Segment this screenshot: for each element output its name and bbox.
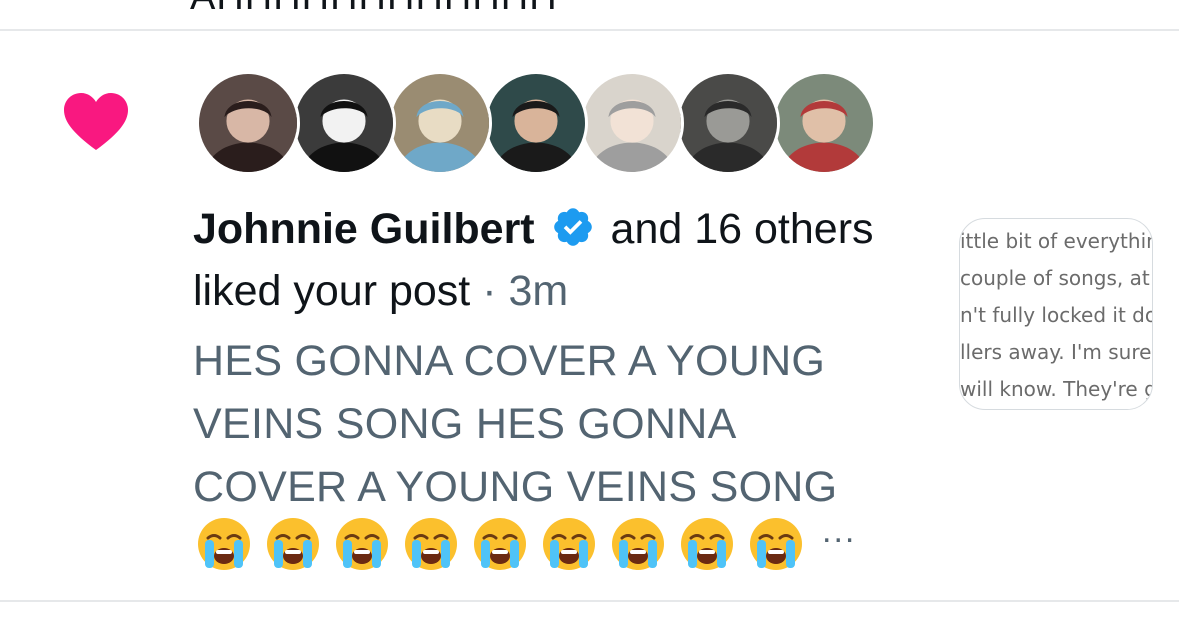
avatar-6[interactable]	[676, 71, 780, 175]
separator: ·	[470, 267, 509, 315]
loudly-crying-face-icon	[543, 518, 595, 570]
post-preview-card[interactable]: ittle bit of everythin couple of songs, a…	[959, 218, 1153, 410]
avatar-2[interactable]	[292, 71, 396, 175]
verified-badge-icon	[553, 208, 592, 246]
loudly-crying-face-icon	[474, 518, 526, 570]
notification-screen: AHHHHHHHHHHHH Johnnie Guilbert and 16 ot…	[0, 0, 1179, 618]
loudly-crying-face-icon	[405, 518, 457, 570]
avatar-5[interactable]	[580, 71, 684, 175]
loudly-crying-face-icon	[336, 518, 388, 570]
loudly-crying-face-icon	[612, 518, 664, 570]
avatar-3[interactable]	[388, 71, 492, 175]
preview-line: llers away. I'm sure	[960, 340, 1152, 364]
loudly-crying-face-icon	[198, 518, 250, 570]
avatar-4[interactable]	[484, 71, 588, 175]
preview-line: n't fully locked it do	[960, 303, 1153, 327]
timestamp: 3m	[508, 267, 569, 315]
divider-top	[0, 29, 1179, 31]
loudly-crying-face-icon	[267, 518, 319, 570]
previous-notification-text: AHHHHHHHHHHHH	[190, 0, 558, 19]
preview-line: ittle bit of everythin	[960, 229, 1153, 253]
actor-name[interactable]: Johnnie Guilbert	[193, 205, 535, 253]
truncation-ellipsis: ...	[822, 512, 857, 550]
heart-icon	[64, 93, 128, 150]
avatar-7[interactable]	[772, 71, 876, 175]
post-text: HES GONNA COVER A YOUNG VEINS SONG HES G…	[193, 337, 838, 511]
divider-bottom	[0, 600, 1179, 602]
loudly-crying-face-icon	[681, 518, 733, 570]
avatar-1[interactable]	[196, 71, 300, 175]
preview-line: couple of songs, at	[960, 266, 1150, 290]
preview-line: will know. They're g	[960, 377, 1153, 401]
loudly-crying-face-icon	[750, 518, 802, 570]
notification-headline: Johnnie Guilbert and 16 others liked you…	[193, 198, 913, 322]
